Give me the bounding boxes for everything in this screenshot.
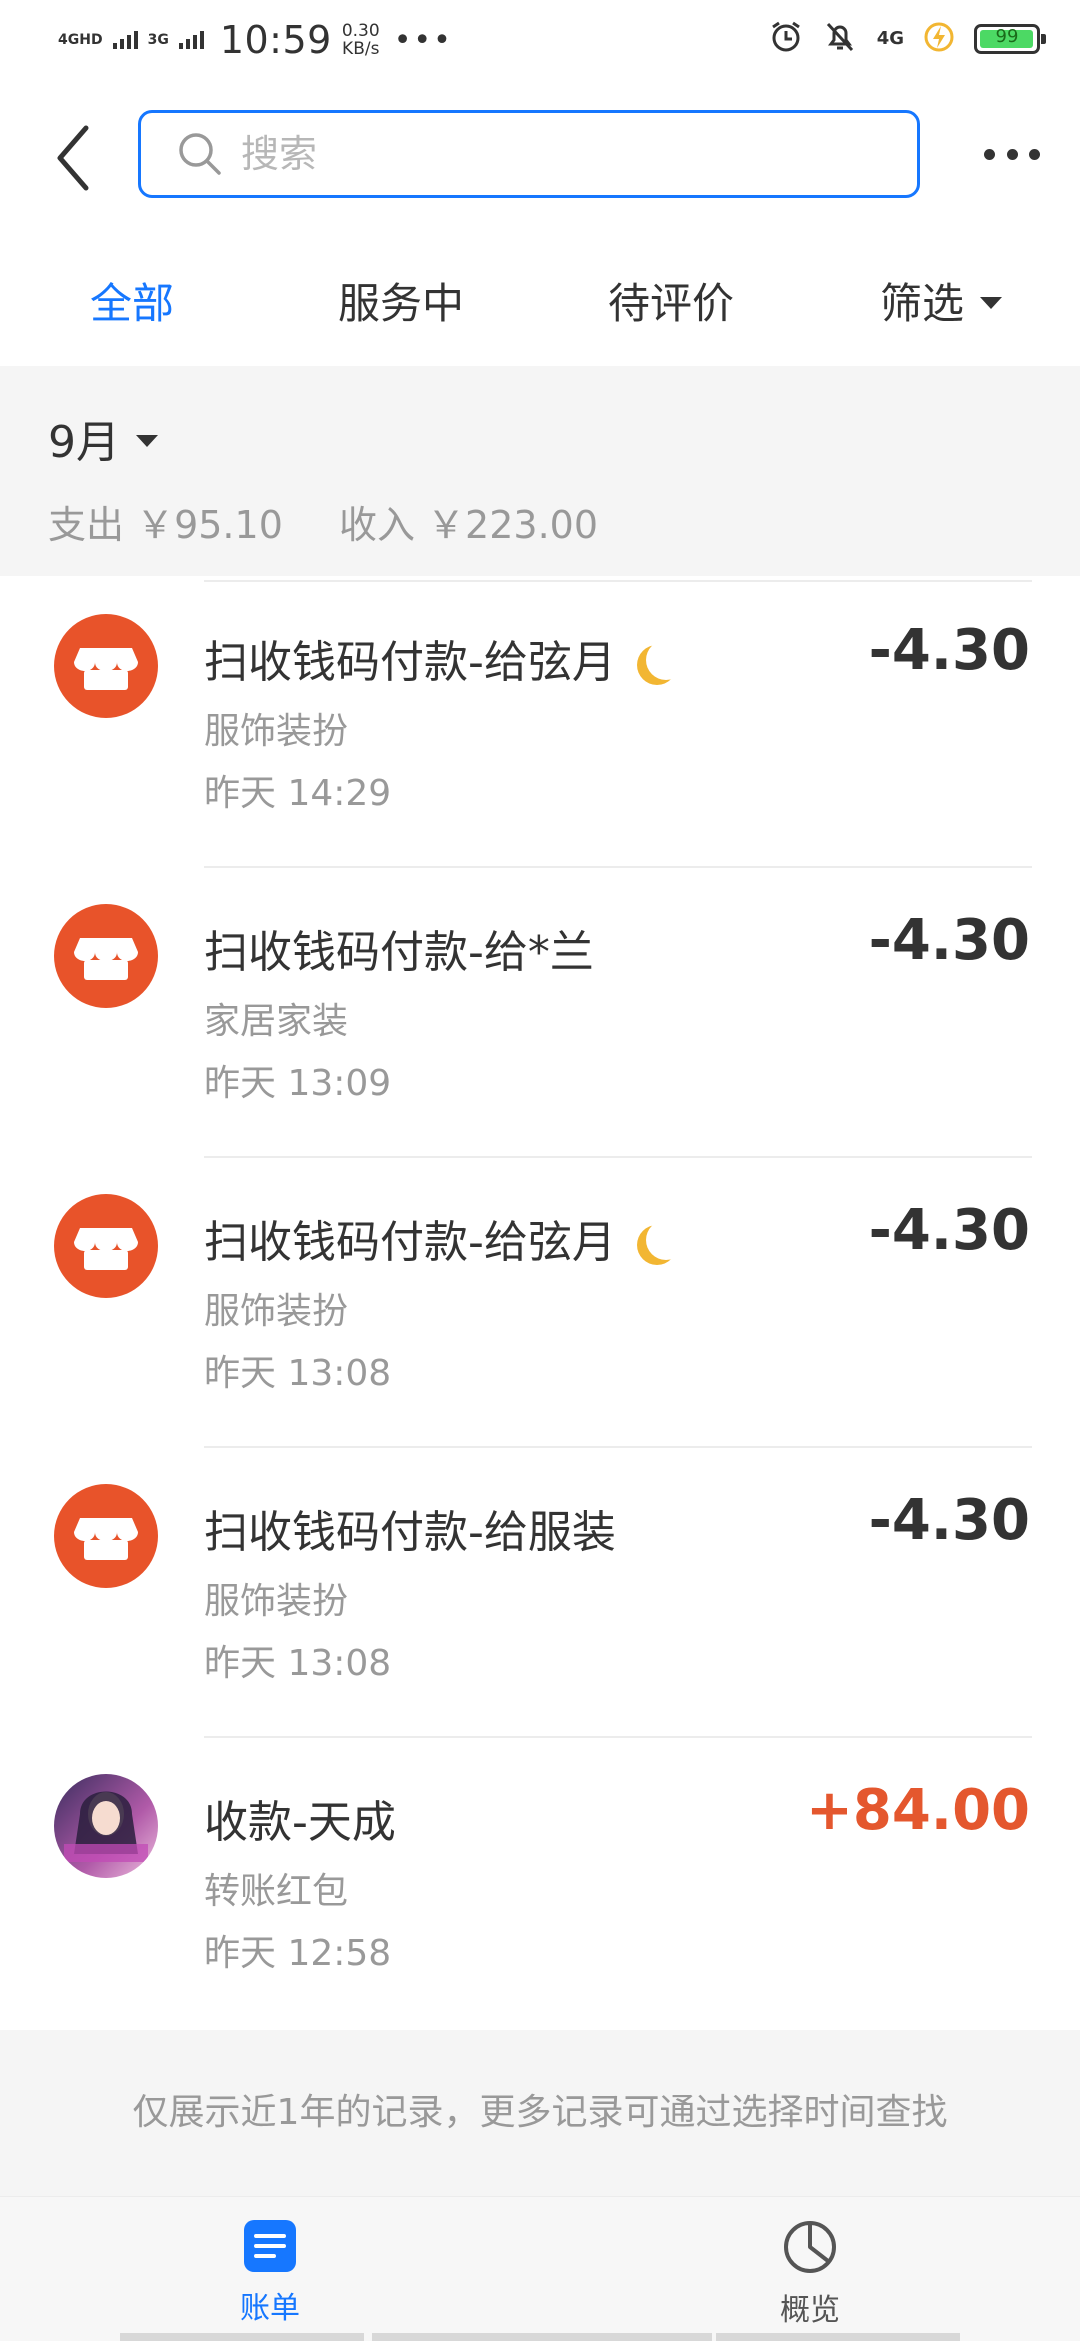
nav-bill-label: 账单 — [240, 2291, 300, 2326]
transaction-time: 昨天 12:58 — [204, 1933, 392, 1974]
tab-filter-label: 筛选 — [880, 279, 965, 328]
more-options-button[interactable] — [984, 134, 1040, 174]
store-icon — [54, 1194, 158, 1298]
caret-down-icon — [136, 435, 158, 447]
tab-filter[interactable]: 筛选 — [880, 270, 1003, 331]
battery-level: 99 — [995, 26, 1019, 47]
search-input[interactable] — [239, 131, 843, 177]
moon-emoji-icon — [646, 1220, 686, 1260]
net-speed: 0.30 KB/s — [342, 22, 380, 58]
transaction-title-text: 扫收钱码付款-给弦月 — [204, 1217, 616, 1268]
transaction-title-text: 收款-天成 — [204, 1797, 396, 1848]
transaction-title: 扫收钱码付款-给服装 — [204, 1496, 616, 1560]
month-label: 9月 — [48, 417, 120, 468]
transaction-item[interactable]: 扫收钱码付款-给服装 服饰装扮 昨天 13:08 -4.30 — [0, 1448, 1080, 1736]
mute-bell-icon — [823, 20, 857, 58]
tab-bar: 全部 服务中 待评价 筛选 — [0, 250, 1080, 346]
transaction-title: 扫收钱码付款-给弦月 — [204, 626, 678, 690]
transaction-title-text: 扫收钱码付款-给服装 — [204, 1507, 616, 1558]
search-box[interactable] — [138, 110, 920, 198]
more-dot-icon — [984, 148, 995, 160]
transaction-category: 转账红包 — [204, 1871, 349, 1912]
transaction-title-text: 扫收钱码付款-给*兰 — [204, 927, 594, 978]
chevron-left-icon — [57, 125, 89, 191]
history-note: 仅展示近1年的记录，更多记录可通过选择时间查找 — [0, 2030, 1080, 2196]
month-summary: 9月 支出 ￥95.10 收入 ￥223.00 — [0, 366, 1080, 576]
pie-chart-icon — [784, 2221, 836, 2273]
transaction-item[interactable]: 扫收钱码付款-给弦月 服饰装扮 昨天 14:29 -4.30 — [0, 578, 1080, 866]
clock: 10:59 — [219, 18, 332, 62]
battery-icon: 99 — [974, 24, 1046, 54]
network-right-label: 4G — [876, 28, 904, 49]
caret-down-icon — [980, 296, 1003, 309]
transaction-title-text: 扫收钱码付款-给弦月 — [204, 637, 616, 688]
transaction-category: 服饰装扮 — [204, 1291, 349, 1332]
transaction-time: 昨天 13:08 — [204, 1643, 392, 1684]
expense-total: 支出 ￥95.10 — [48, 503, 283, 547]
transaction-amount: -4.30 — [868, 1488, 1030, 1553]
net-speed-unit: KB/s — [342, 39, 380, 59]
store-icon — [54, 904, 158, 1008]
transaction-category: 服饰装扮 — [204, 1581, 349, 1622]
bottom-nav: 账单 概览 — [0, 2196, 1080, 2341]
nav-bill[interactable]: 账单 — [190, 2219, 350, 2327]
transaction-item[interactable]: 收款-天成 转账红包 昨天 12:58 +84.00 — [0, 1738, 1080, 2026]
transaction-item[interactable]: 扫收钱码付款-给弦月 服饰装扮 昨天 13:08 -4.30 — [0, 1158, 1080, 1446]
month-selector[interactable]: 9月 — [48, 406, 158, 470]
charging-icon — [924, 22, 954, 56]
transaction-amount: -4.30 — [868, 618, 1030, 683]
month-totals: 支出 ￥95.10 收入 ￥223.00 — [48, 494, 642, 549]
transaction-list: 扫收钱码付款-给弦月 服饰装扮 昨天 14:29 -4.30 扫收钱码付款-给*… — [0, 578, 1080, 2028]
divider — [204, 580, 1032, 582]
network-4g-label: 4GHD — [58, 32, 103, 48]
tab-to-review[interactable]: 待评价 — [608, 270, 734, 331]
transaction-amount: -4.30 — [868, 908, 1030, 973]
store-icon — [54, 1484, 158, 1588]
net-speed-value: 0.30 — [341, 21, 380, 41]
transaction-title: 收款-天成 — [204, 1786, 396, 1850]
signal-icon — [112, 31, 138, 49]
tab-all[interactable]: 全部 — [90, 270, 174, 331]
transaction-time: 昨天 13:08 — [204, 1353, 392, 1394]
transaction-amount: +84.00 — [805, 1778, 1030, 1843]
back-button[interactable] — [52, 122, 94, 194]
status-more-icon: ••• — [393, 22, 453, 58]
transaction-time: 昨天 13:09 — [204, 1063, 392, 1104]
transaction-category: 家居家装 — [204, 1001, 349, 1042]
moon-emoji-icon — [646, 640, 686, 680]
alarm-icon — [769, 20, 803, 58]
transaction-category: 服饰装扮 — [204, 711, 349, 752]
nav-overview-label: 概览 — [780, 2293, 840, 2328]
network-3g-label: 3G — [147, 32, 169, 48]
transaction-amount: -4.30 — [868, 1198, 1030, 1263]
transaction-title: 扫收钱码付款-给*兰 — [204, 916, 594, 980]
more-dot-icon — [1006, 148, 1018, 160]
transaction-title: 扫收钱码付款-给弦月 — [204, 1206, 678, 1270]
transaction-time: 昨天 14:29 — [204, 773, 392, 814]
income-total: 收入 ￥223.00 — [338, 503, 599, 547]
transaction-item[interactable]: 扫收钱码付款-给*兰 家居家装 昨天 13:09 -4.30 — [0, 868, 1080, 1156]
nav-overview[interactable]: 概览 — [730, 2219, 890, 2329]
store-icon — [54, 614, 158, 718]
tab-in-service[interactable]: 服务中 — [338, 270, 464, 331]
more-dot-icon — [1029, 148, 1040, 160]
signal-icon-2 — [178, 31, 204, 49]
avatar — [54, 1774, 158, 1878]
search-icon — [177, 131, 223, 177]
status-bar: 4GHD 3G 10:59 0.30 KB/s ••• 4G 99 — [0, 0, 1080, 84]
bill-icon — [244, 2220, 296, 2272]
